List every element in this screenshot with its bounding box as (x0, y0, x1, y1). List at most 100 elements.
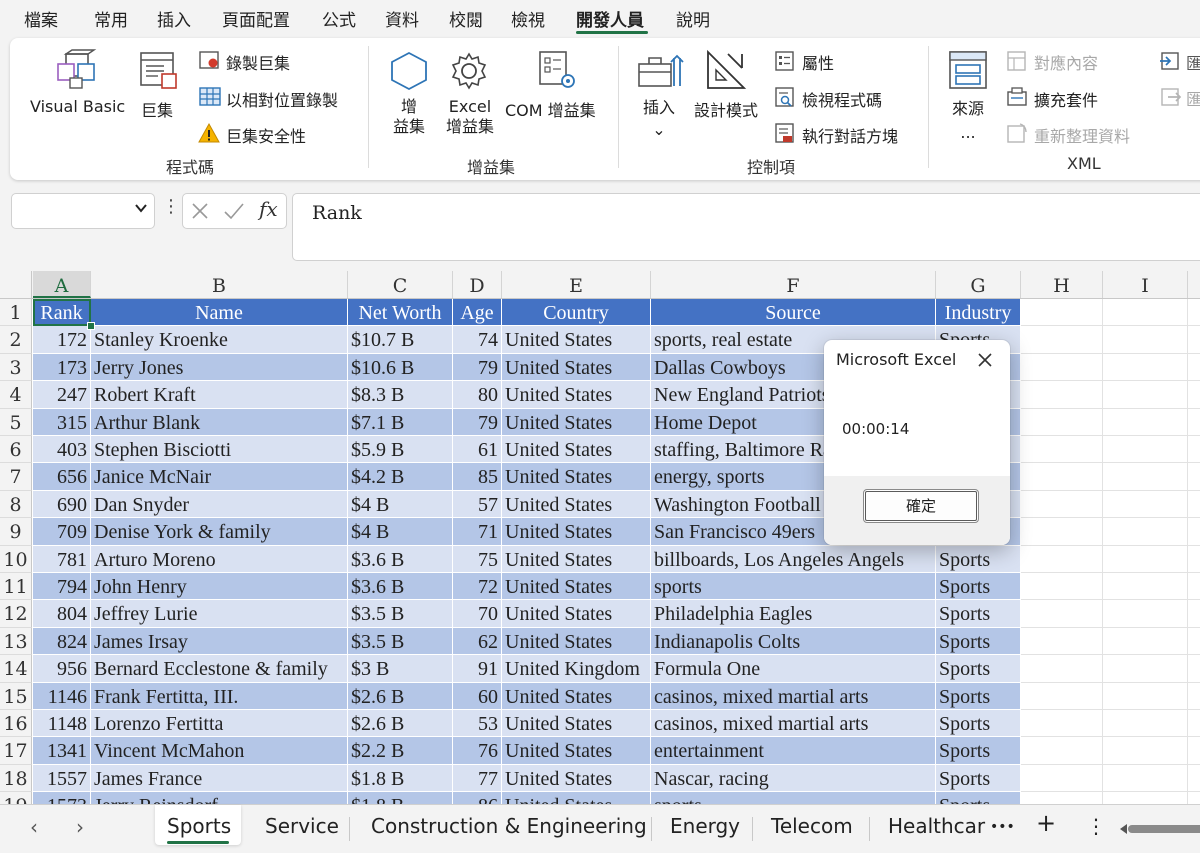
table-cell[interactable]: Vincent McMahon (91, 737, 348, 765)
column-header-a[interactable]: A (33, 271, 91, 298)
table-cell[interactable]: 173 (33, 353, 91, 382)
table-cell[interactable]: United Kingdom (502, 655, 651, 683)
table-cell[interactable]: Sports (936, 682, 1021, 710)
table-cell[interactable]: 690 (33, 490, 91, 519)
empty-cell[interactable] (1021, 600, 1103, 628)
empty-cell[interactable] (1021, 408, 1103, 436)
empty-cell[interactable] (1021, 792, 1103, 804)
empty-cell[interactable] (1103, 600, 1188, 628)
table-cell[interactable]: 70 (453, 600, 502, 628)
table-cell[interactable]: United States (502, 518, 651, 546)
fill-handle[interactable] (87, 322, 95, 330)
row-header[interactable]: 13 (0, 627, 32, 656)
table-cell[interactable]: Jeffrey Lurie (91, 600, 348, 628)
table-cell[interactable]: $5.9 B (348, 436, 453, 464)
table-cell[interactable]: $2.6 B (348, 710, 453, 738)
empty-cell[interactable] (1021, 436, 1103, 464)
confirm-icon[interactable] (223, 201, 245, 221)
column-header-c[interactable]: C (348, 271, 453, 298)
next-sheet-icon[interactable]: › (76, 815, 84, 839)
empty-cell[interactable] (1103, 436, 1188, 464)
empty-cell[interactable] (1021, 573, 1103, 601)
relative-references-button[interactable]: 以相對位置錄製 (226, 87, 338, 111)
row-header[interactable]: 8 (0, 490, 32, 519)
table-cell[interactable]: Frank Fertitta, III. (91, 682, 348, 710)
row-header[interactable]: 5 (0, 408, 32, 436)
design-mode-button[interactable]: 設計模式 (694, 97, 758, 121)
table-cell[interactable]: 403 (33, 436, 91, 464)
empty-cell[interactable] (1103, 326, 1188, 354)
table-cell[interactable]: John Henry (91, 573, 348, 601)
table-cell[interactable]: 80 (453, 381, 502, 409)
more-sheets-icon[interactable]: ••• (990, 819, 1015, 835)
column-header-e[interactable]: E (502, 271, 651, 298)
menu-insert[interactable]: 插入 (157, 6, 191, 31)
empty-cell[interactable] (1103, 545, 1188, 573)
table-cell[interactable]: United States (502, 408, 651, 436)
table-cell[interactable]: Stanley Kroenke (91, 326, 348, 354)
empty-cell[interactable] (1021, 299, 1103, 327)
table-cell[interactable]: Lorenzo Fertitta (91, 710, 348, 738)
table-cell[interactable]: $10.6 B (348, 353, 453, 382)
macros-button[interactable]: 巨集 (141, 97, 173, 121)
table-cell[interactable]: Stephen Bisciotti (91, 436, 348, 464)
table-cell[interactable]: Sports (936, 710, 1021, 738)
view-code-button[interactable]: 檢視程式碼 (802, 87, 882, 111)
cancel-icon[interactable] (191, 202, 209, 220)
empty-cell[interactable] (1021, 545, 1103, 573)
macro-security-button[interactable]: 巨集安全性 (226, 123, 306, 147)
menu-review[interactable]: 校閱 (449, 6, 483, 31)
table-header-cell[interactable]: Rank (33, 299, 91, 327)
table-cell[interactable]: 656 (33, 463, 91, 491)
column-header-g[interactable]: G (936, 271, 1021, 298)
table-cell[interactable]: 77 (453, 764, 502, 793)
empty-cell[interactable] (1188, 682, 1200, 710)
table-cell[interactable]: United States (502, 463, 651, 491)
refresh-data-button[interactable]: 重新整理資料 (1034, 123, 1130, 147)
table-cell[interactable]: 709 (33, 518, 91, 546)
chevron-down-icon[interactable] (134, 201, 148, 215)
table-cell[interactable]: Bernard Ecclestone & family (91, 655, 348, 683)
row-header[interactable]: 15 (0, 682, 32, 710)
table-cell[interactable]: 1573 (33, 792, 91, 804)
table-cell[interactable]: 247 (33, 381, 91, 409)
empty-cell[interactable] (1103, 737, 1188, 765)
table-cell[interactable]: 74 (453, 326, 502, 354)
column-header-next[interactable] (1188, 271, 1200, 298)
empty-cell[interactable] (1103, 792, 1188, 804)
menu-file[interactable]: 檔案 (24, 6, 58, 31)
row-header[interactable]: 2 (0, 326, 32, 354)
empty-cell[interactable] (1021, 490, 1103, 519)
row-header[interactable]: 1 (0, 299, 32, 327)
table-cell[interactable]: United States (502, 490, 651, 519)
table-cell[interactable]: sports (651, 573, 936, 601)
empty-cell[interactable] (1188, 490, 1200, 519)
add-sheet-icon[interactable]: + (1036, 809, 1056, 837)
table-cell[interactable]: 60 (453, 682, 502, 710)
table-cell[interactable]: $1.8 B (348, 764, 453, 793)
table-cell[interactable]: United States (502, 326, 651, 354)
table-cell[interactable]: 61 (453, 436, 502, 464)
table-cell[interactable]: 315 (33, 408, 91, 436)
row-header[interactable]: 4 (0, 381, 32, 409)
table-cell[interactable]: entertainment (651, 737, 936, 765)
worksheet-grid[interactable]: ABCDEFGHI 1 Rank Name Net Worth Age Country So… (0, 271, 1200, 804)
table-cell[interactable]: casinos, mixed martial arts (651, 710, 936, 738)
table-cell[interactable]: 172 (33, 326, 91, 354)
empty-cell[interactable] (1103, 627, 1188, 656)
table-cell[interactable]: 62 (453, 627, 502, 656)
table-cell[interactable]: Arthur Blank (91, 408, 348, 436)
table-cell[interactable]: 781 (33, 545, 91, 573)
empty-cell[interactable] (1103, 682, 1188, 710)
table-cell[interactable]: $4.2 B (348, 463, 453, 491)
sheet-tab-construction-engineering[interactable]: Construction & Engineering (371, 814, 647, 838)
empty-cell[interactable] (1021, 764, 1103, 793)
column-header-b[interactable]: B (91, 271, 348, 298)
table-header-cell[interactable]: Source (651, 299, 936, 327)
row-header[interactable]: 12 (0, 600, 32, 628)
table-cell[interactable]: 824 (33, 627, 91, 656)
table-cell[interactable]: United States (502, 436, 651, 464)
table-cell[interactable]: James Irsay (91, 627, 348, 656)
table-cell[interactable]: Dan Snyder (91, 490, 348, 519)
table-cell[interactable]: 75 (453, 545, 502, 573)
